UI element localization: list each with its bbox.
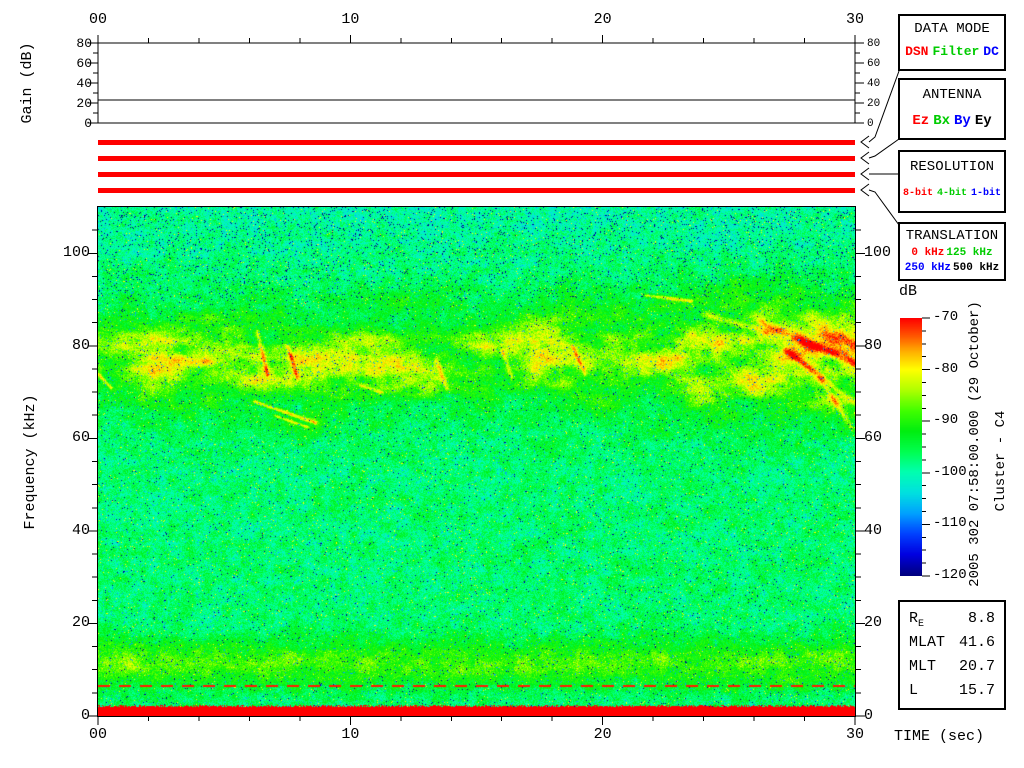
connector-arrowhead	[860, 183, 870, 197]
option-filter: Filter	[932, 44, 980, 59]
freq-tick-label-left: 40	[71, 521, 90, 539]
status-bar	[98, 172, 855, 177]
option-8bit: 8-bit	[902, 188, 933, 199]
freq-tick-label-right: 40	[864, 521, 883, 539]
time-tick-label-top: 00	[88, 11, 107, 28]
option-ey: Ey	[974, 113, 992, 129]
gain-tick-label-left: 60	[76, 56, 92, 71]
gain-tick-label-right: 60	[867, 58, 881, 70]
option-125khz: 125 kHz	[946, 247, 993, 259]
colorbar-tick-label: -120	[933, 567, 967, 583]
resolution-title: RESOLUTION	[909, 159, 994, 175]
freq-tick-label-right: 80	[864, 336, 883, 354]
gain-tick-label-left: 40	[76, 76, 92, 91]
gain-axis-title: Gain (dB)	[18, 42, 36, 124]
gain-tick-label-left: 20	[76, 96, 92, 111]
ephemeris-row-l: L 15.7	[900, 679, 1004, 703]
option-0khz: 0 kHz	[911, 247, 945, 259]
time-tick-label-bottom: 20	[593, 726, 612, 743]
frequency-axis-title: Frequency (kHz)	[21, 394, 39, 530]
colorbar-tick-label: -70	[933, 309, 959, 325]
option-1bit: 1-bit	[971, 188, 1002, 199]
option-dc: DC	[983, 44, 999, 59]
option-250khz: 250 kHz	[904, 262, 951, 274]
gain-tick-label-right: 80	[867, 38, 881, 50]
gain-tick-label-right: 40	[867, 78, 881, 90]
ephemeris-label: MLT	[909, 658, 937, 675]
wbd-spectrogram-display: Gain (dB) Frequency (kHz) dB 2005 302 07…	[0, 0, 1024, 768]
ephemeris-row-mlat: MLAT 41.6	[900, 631, 1004, 655]
connector-line	[868, 138, 900, 159]
time-tick-label-bottom: 10	[341, 726, 360, 743]
resolution-options: 8-bit 4-bit 1-bit	[900, 188, 1004, 199]
ephemeris-label: MLAT	[909, 634, 946, 651]
time-tick-label-bottom: 30	[845, 726, 864, 743]
freq-tick-label-left: 60	[71, 429, 90, 447]
ephemeris-value: 20.7	[958, 658, 995, 675]
translation-row2: 250 kHz 500 kHz	[900, 261, 1004, 276]
freq-tick-label-right: 0	[864, 707, 874, 724]
time-axis-title: TIME (sec)	[894, 728, 985, 745]
colorbar-tick-label: -100	[933, 463, 967, 480]
antenna-options: Ez Bx By Ey	[900, 113, 1004, 129]
status-bar	[98, 140, 855, 145]
colorbar-units-label: dB	[899, 283, 918, 300]
translation-title: TRANSLATION	[905, 228, 999, 244]
ephemeris-row-re: RE 8.8	[900, 607, 1004, 631]
translation-box: TRANSLATION 0 kHz 125 kHz 250 kHz 500 kHz	[898, 222, 1006, 281]
antenna-title: ANTENNA	[922, 87, 982, 103]
gain-tick-label-right: 0	[867, 118, 874, 130]
connector-arrowhead	[860, 151, 870, 165]
spacecraft-label: Cluster - C4	[993, 410, 1009, 512]
freq-tick-label-left: 100	[62, 244, 90, 262]
option-by: By	[954, 113, 971, 129]
connector-line	[868, 189, 900, 226]
status-bar	[98, 156, 855, 161]
time-tick-label-top: 10	[341, 11, 360, 28]
data-mode-title: DATA MODE	[914, 21, 990, 37]
ephemeris-value: 15.7	[958, 682, 995, 699]
gain-tick-label-left: 80	[76, 36, 92, 51]
translation-row1: 0 kHz 125 kHz	[900, 246, 1004, 261]
option-bx: Bx	[933, 113, 950, 129]
time-tick-label-top: 20	[593, 11, 612, 28]
connector-arrowhead	[860, 135, 870, 149]
ephemeris-label: RE	[909, 610, 925, 630]
freq-tick-label-left: 0	[80, 707, 90, 724]
data-mode-box: DATA MODE DSN Filter DC	[898, 14, 1006, 71]
option-4bit: 4-bit	[936, 188, 967, 199]
freq-tick-label-right: 20	[864, 614, 883, 632]
colorbar-tick-label: -80	[933, 360, 959, 377]
ephemeris-value: 8.8	[967, 610, 995, 627]
translation-options: 0 kHz 125 kHz 250 kHz 500 kHz	[900, 246, 1004, 276]
ephemeris-row-mlt: MLT 20.7	[900, 655, 1004, 679]
timestamp-label: 2005 302 07:58:00.000 (29 October)	[967, 301, 983, 587]
ephemeris-label: L	[909, 682, 919, 699]
ephemeris-box: RE 8.8 MLAT 41.6 MLT 20.7 L 15.7	[898, 600, 1006, 710]
colorbar-tick-label: -90	[933, 412, 959, 429]
freq-tick-label-right: 100	[864, 244, 892, 262]
antenna-box: ANTENNA Ez Bx By Ey	[898, 78, 1006, 140]
time-tick-label-top: 30	[845, 11, 864, 28]
gain-tick-label-left: 0	[84, 116, 92, 131]
spectrogram-heatmap	[97, 206, 856, 717]
freq-tick-label-right: 60	[864, 429, 883, 447]
gain-tick-label-right: 20	[867, 98, 881, 110]
data-mode-options: DSN Filter DC	[900, 44, 1004, 59]
resolution-box: RESOLUTION 8-bit 4-bit 1-bit	[898, 150, 1006, 213]
option-dsn: DSN	[905, 44, 929, 59]
option-500khz: 500 kHz	[953, 262, 1000, 274]
freq-tick-label-left: 80	[71, 336, 90, 354]
status-bar	[98, 188, 855, 193]
ephemeris-value: 41.6	[958, 634, 995, 651]
colorbar-tick-label: -110	[933, 515, 967, 532]
connector-arrowhead	[860, 167, 870, 181]
time-tick-label-bottom: 00	[88, 726, 107, 743]
option-ez: Ez	[912, 113, 930, 129]
freq-tick-label-left: 20	[71, 614, 90, 632]
